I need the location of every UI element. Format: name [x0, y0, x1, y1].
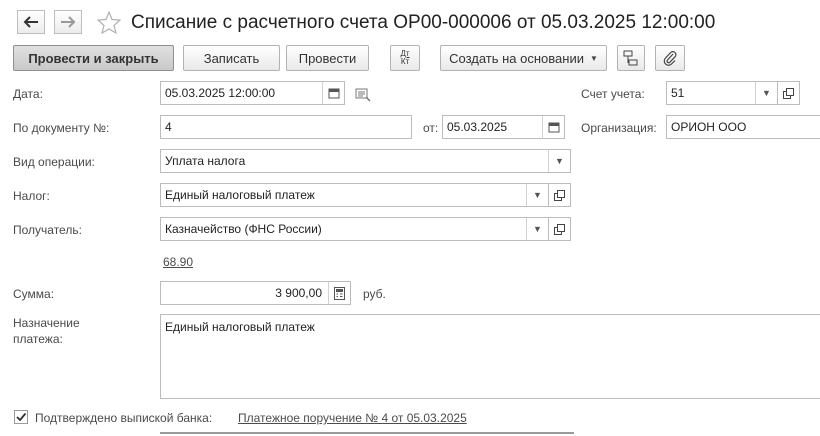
doc-date-calendar-button[interactable] [542, 116, 564, 138]
bottom-divider [160, 432, 574, 434]
purpose-textarea[interactable]: Единый налоговый платеж [160, 314, 820, 399]
date-label: Дата: [13, 87, 43, 101]
forward-button[interactable] [54, 10, 82, 34]
structure-button[interactable] [617, 45, 645, 71]
back-button[interactable] [17, 10, 45, 34]
purpose-label-line1: Назначение [13, 316, 80, 330]
kt-label: Кт [400, 57, 410, 66]
recipient-value: Казначейство (ФНС России) [165, 222, 322, 236]
attach-button[interactable] [655, 45, 685, 71]
create-based-on-label: Создать на основании [449, 50, 584, 66]
operation-label: Вид операции: [13, 155, 95, 169]
account-68-90-link[interactable]: 68.90 [163, 255, 193, 269]
operation-field[interactable]: Уплата налога ▼ [160, 149, 571, 173]
calendar-icon [548, 122, 559, 133]
dt-kt-button[interactable]: Дт Кт [390, 45, 420, 71]
recipient-dropdown-button[interactable]: ▼ [526, 218, 548, 240]
chevron-down-icon: ▼ [762, 88, 771, 98]
currency-label: руб. [363, 287, 386, 301]
chevron-down-icon: ▼ [589, 53, 598, 63]
date-field[interactable]: 05.03.2025 12:00:00 [160, 81, 345, 105]
doc-number-value: 4 [165, 120, 172, 134]
account-value: 51 [671, 86, 685, 100]
open-icon [554, 189, 565, 201]
history-icon[interactable] [355, 88, 371, 102]
doc-date-field[interactable]: 05.03.2025 [442, 115, 565, 139]
page-title: Списание с расчетного счета ОР00-000006 … [131, 12, 716, 33]
date-value: 05.03.2025 12:00:00 [165, 86, 276, 100]
doc-date-label: от: [423, 121, 439, 135]
doc-number-label: По документу №: [13, 121, 110, 135]
confirmed-label: Подтверждено выпиской банка: [35, 411, 213, 425]
tax-open-button[interactable] [549, 183, 571, 207]
doc-date-value: 05.03.2025 [447, 120, 508, 134]
recipient-label: Получатель: [13, 223, 82, 237]
open-icon [783, 87, 794, 99]
checkmark-icon [16, 412, 27, 422]
chevron-down-icon: ▼ [533, 190, 542, 200]
open-icon [554, 223, 565, 235]
tax-value: Единый налоговый платеж [165, 188, 315, 202]
account-field[interactable]: 51 ▼ [666, 81, 778, 105]
post-and-close-button[interactable]: Провести и закрыть [13, 45, 174, 71]
save-button[interactable]: Записать [183, 45, 280, 71]
doc-number-field[interactable]: 4 [160, 115, 412, 139]
amount-field[interactable]: 3 900,00 [160, 281, 351, 305]
operation-dropdown-button[interactable]: ▼ [548, 150, 570, 172]
calculator-button[interactable] [328, 282, 350, 304]
chevron-down-icon: ▼ [533, 224, 542, 234]
operation-value: Уплата налога [165, 154, 246, 168]
structure-icon [623, 50, 638, 66]
organization-label: Организация: [581, 121, 657, 135]
calculator-icon [334, 286, 345, 300]
calendar-button[interactable] [322, 82, 344, 104]
tax-field[interactable]: Единый налоговый платеж ▼ [160, 183, 549, 207]
amount-label: Сумма: [13, 287, 55, 301]
account-open-button[interactable] [778, 81, 800, 105]
account-dropdown-button[interactable]: ▼ [755, 82, 777, 104]
account-label: Счет учета: [581, 87, 645, 101]
purpose-label-line2: платежа: [13, 332, 63, 346]
confirmed-checkbox[interactable] [14, 410, 28, 424]
post-button[interactable]: Провести [286, 45, 369, 71]
recipient-open-button[interactable] [549, 217, 571, 241]
paperclip-icon [663, 51, 677, 66]
create-based-on-button[interactable]: Создать на основании ▼ [440, 45, 607, 71]
tax-label: Налог: [13, 189, 50, 203]
amount-value: 3 900,00 [275, 286, 322, 300]
tax-dropdown-button[interactable]: ▼ [526, 184, 548, 206]
calendar-icon [328, 88, 339, 99]
star-icon[interactable] [97, 11, 121, 34]
chevron-down-icon: ▼ [555, 156, 564, 166]
recipient-field[interactable]: Казначейство (ФНС России) ▼ [160, 217, 549, 241]
payment-order-link[interactable]: Платежное поручение № 4 от 05.03.2025 [238, 411, 467, 425]
arrow-left-icon [23, 16, 38, 28]
organization-field[interactable]: ОРИОН ООО [666, 115, 820, 139]
organization-value: ОРИОН ООО [671, 120, 747, 134]
arrow-right-icon [61, 16, 76, 28]
